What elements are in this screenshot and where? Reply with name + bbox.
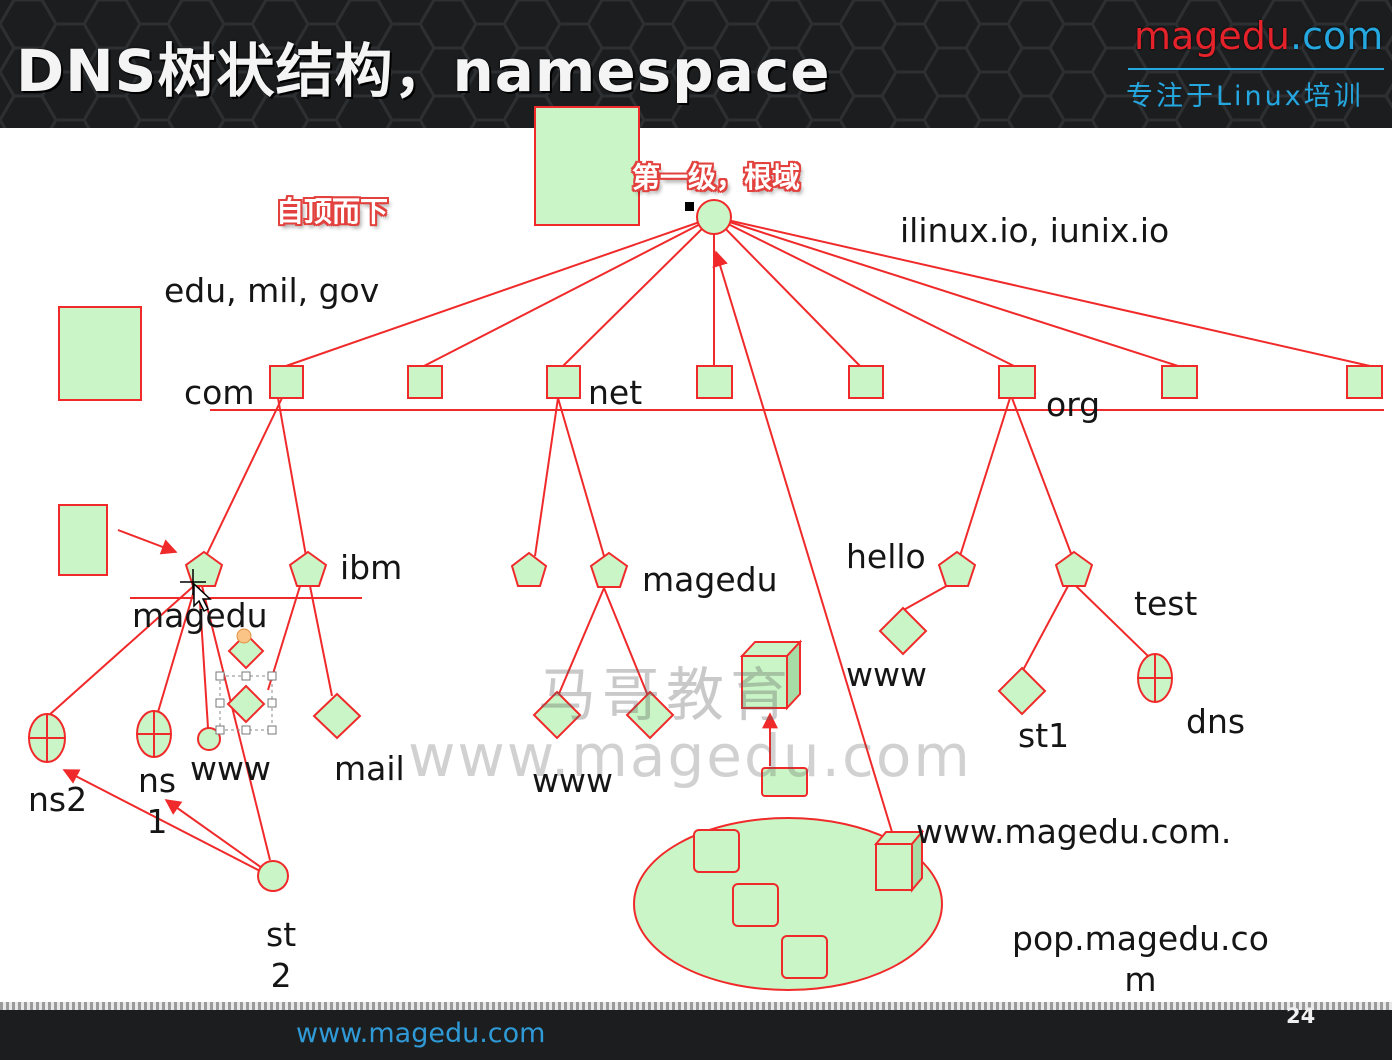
label-ibm: ibm xyxy=(340,548,403,587)
edge-root-tld5 xyxy=(713,216,861,367)
node-www-hello xyxy=(878,606,928,656)
edge-ibm-mail xyxy=(309,585,333,697)
tld-net xyxy=(546,365,581,399)
edge-com-ibm xyxy=(277,397,307,557)
edge-root-net xyxy=(562,216,715,367)
arrow-st2-ns1 xyxy=(164,799,263,869)
arrow-to-magedu xyxy=(117,529,178,555)
node-ibm xyxy=(288,550,328,587)
node-magedu-net xyxy=(589,551,629,588)
label-org: org xyxy=(1046,385,1101,424)
label-ns1: ns 1 xyxy=(138,761,177,842)
label-dns: dns xyxy=(1186,702,1246,741)
tld-5 xyxy=(848,365,884,399)
label-www-hello: www xyxy=(846,655,927,694)
footer-url: www.magedu.com xyxy=(296,1018,546,1049)
label-mail: mail xyxy=(334,749,405,788)
label-test: test xyxy=(1134,584,1198,623)
edge-root-tld2 xyxy=(423,216,715,367)
anchor-marker xyxy=(685,202,694,211)
node-st2 xyxy=(257,860,289,892)
box-left-small xyxy=(58,504,108,576)
box-left xyxy=(58,306,142,401)
cube-fqdn-front xyxy=(875,843,913,891)
tld-8 xyxy=(1346,365,1383,399)
label-com: com xyxy=(184,373,255,412)
root-node xyxy=(696,199,732,235)
page-number: 24 xyxy=(1286,1004,1316,1028)
node-st1 xyxy=(997,666,1047,716)
tld-com xyxy=(269,365,304,399)
label-ilinux: ilinux.io, iunix.io xyxy=(900,211,1170,250)
label-www-com: www xyxy=(190,749,271,788)
host-box-2 xyxy=(732,883,779,927)
node-mail xyxy=(312,692,362,740)
tld-4 xyxy=(696,365,733,399)
annotation-top-down: 自顶而下 xyxy=(276,195,389,228)
label-net: net xyxy=(588,373,643,412)
watermark-url: www.magedu.com xyxy=(408,722,972,790)
box-top xyxy=(534,106,640,226)
label-hello: hello xyxy=(846,537,926,576)
node-net-child1 xyxy=(510,551,548,587)
node-test xyxy=(1054,550,1094,587)
tld-2 xyxy=(407,365,443,399)
label-magedu-net: magedu xyxy=(642,560,778,599)
node-hello xyxy=(937,550,977,587)
edge-net-magedu xyxy=(557,397,605,557)
node-magedu-com xyxy=(184,550,224,587)
label-edu: edu, mil, gov xyxy=(164,271,380,310)
label-ns2: ns2 xyxy=(28,780,88,819)
label-st1: st1 xyxy=(1018,716,1070,755)
footer-band xyxy=(0,1010,1392,1060)
tld-org xyxy=(998,365,1036,399)
edge-hello-www xyxy=(899,583,951,613)
label-www-fqdn: www.magedu.com. xyxy=(916,812,1232,851)
label-magedu-com: magedu xyxy=(132,596,268,635)
tld-7 xyxy=(1161,365,1198,399)
edge-test-st1 xyxy=(1021,585,1069,673)
edge-org-hello xyxy=(959,397,1011,557)
host-box-1 xyxy=(693,829,740,873)
label-st2: st 2 xyxy=(266,915,297,996)
host-box-3 xyxy=(781,935,828,979)
label-pop: pop.magedu.co m xyxy=(1012,919,1269,1000)
annotation-root-level: 第一级，根域 xyxy=(632,161,801,194)
watermark-cn: 马哥教育 xyxy=(538,661,795,729)
label-www-net: www xyxy=(532,761,613,800)
edge-net-child1 xyxy=(534,397,559,557)
edge-com-magedu xyxy=(205,397,283,557)
